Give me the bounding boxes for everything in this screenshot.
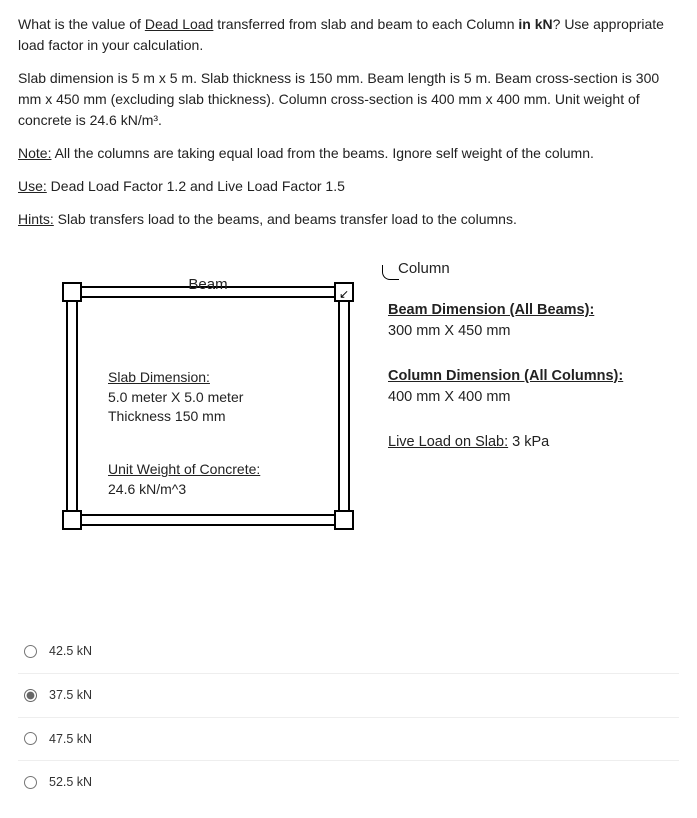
unit-weight-value: 24.6 kN/m^3: [108, 480, 260, 500]
text: Dead Load Factor 1.2 and Live Load Facto…: [47, 178, 345, 194]
option-c[interactable]: 47.5 kN: [18, 718, 679, 762]
option-b-label: 37.5 kN: [49, 686, 92, 705]
beam-dimension-note: Beam Dimension (All Beams): 300 mm X 450…: [388, 300, 623, 342]
slab-dimension-note: Slab Dimension: 5.0 meter X 5.0 meter Th…: [108, 368, 243, 427]
option-a-radio[interactable]: [24, 645, 37, 658]
leader-line: [382, 265, 399, 280]
option-a[interactable]: 42.5 kN: [18, 630, 679, 674]
note-label: Note:: [18, 145, 51, 161]
question-p5: Hints: Slab transfers load to the beams,…: [18, 209, 679, 230]
col-dim-value: 400 mm X 400 mm: [388, 387, 623, 408]
text: Slab transfers load to the beams, and be…: [54, 211, 517, 227]
column-bottom-left: [62, 510, 82, 530]
dead-load-term: Dead Load: [145, 16, 214, 32]
live-load-value: 3 kPa: [508, 434, 549, 450]
live-load-note: Live Load on Slab: 3 kPa: [388, 432, 623, 453]
unit-weight-title: Unit Weight of Concrete:: [108, 460, 260, 480]
col-dim-title: Column Dimension (All Columns):: [388, 366, 623, 387]
plan-view: ↙ Beam Slab Dimension: 5.0 meter X 5.0 m…: [56, 276, 360, 536]
beam-bottom: [66, 514, 350, 526]
option-c-label: 47.5 kN: [49, 730, 92, 749]
unit-weight-note: Unit Weight of Concrete: 24.6 kN/m^3: [108, 460, 260, 499]
answer-options: 42.5 kN 37.5 kN 47.5 kN 52.5 kN: [18, 630, 679, 804]
option-d-radio[interactable]: [24, 776, 37, 789]
question-p3: Note: All the columns are taking equal l…: [18, 143, 679, 164]
beam-left: [66, 286, 78, 526]
question-p2: Slab dimension is 5 m x 5 m. Slab thickn…: [18, 68, 679, 131]
slab-dim-size: 5.0 meter X 5.0 meter: [108, 388, 243, 408]
beam-dim-value: 300 mm X 450 mm: [388, 321, 623, 342]
option-b-radio[interactable]: [24, 689, 37, 702]
beam-right: [338, 286, 350, 526]
column-dimension-note: Column Dimension (All Columns): 400 mm X…: [388, 366, 623, 408]
hints-label: Hints:: [18, 211, 54, 227]
use-label: Use:: [18, 178, 47, 194]
side-notes: Beam Dimension (All Beams): 300 mm X 450…: [388, 300, 623, 477]
beam-dim-title: Beam Dimension (All Beams):: [388, 300, 623, 321]
option-a-label: 42.5 kN: [49, 642, 92, 661]
beam-label: Beam: [56, 274, 360, 297]
live-load-title: Live Load on Slab:: [388, 434, 508, 450]
slab-dim-thickness: Thickness 150 mm: [108, 407, 243, 427]
text: transferred from slab and beam to each C…: [213, 16, 518, 32]
column-bottom-right: [334, 510, 354, 530]
column-label: Column: [398, 258, 450, 281]
option-b[interactable]: 37.5 kN: [18, 674, 679, 718]
option-d-label: 52.5 kN: [49, 773, 92, 792]
diagram: Column ↙ Beam Slab Dimension: 5.0 meter …: [18, 258, 679, 558]
option-d[interactable]: 52.5 kN: [18, 761, 679, 804]
text: What is the value of: [18, 16, 145, 32]
unit-bold: in kN: [518, 16, 552, 32]
question-text: What is the value of Dead Load transferr…: [18, 14, 679, 230]
text: All the columns are taking equal load fr…: [51, 145, 593, 161]
question-p4: Use: Dead Load Factor 1.2 and Live Load …: [18, 176, 679, 197]
question-p1: What is the value of Dead Load transferr…: [18, 14, 679, 56]
slab-dim-title: Slab Dimension:: [108, 368, 243, 388]
option-c-radio[interactable]: [24, 732, 37, 745]
